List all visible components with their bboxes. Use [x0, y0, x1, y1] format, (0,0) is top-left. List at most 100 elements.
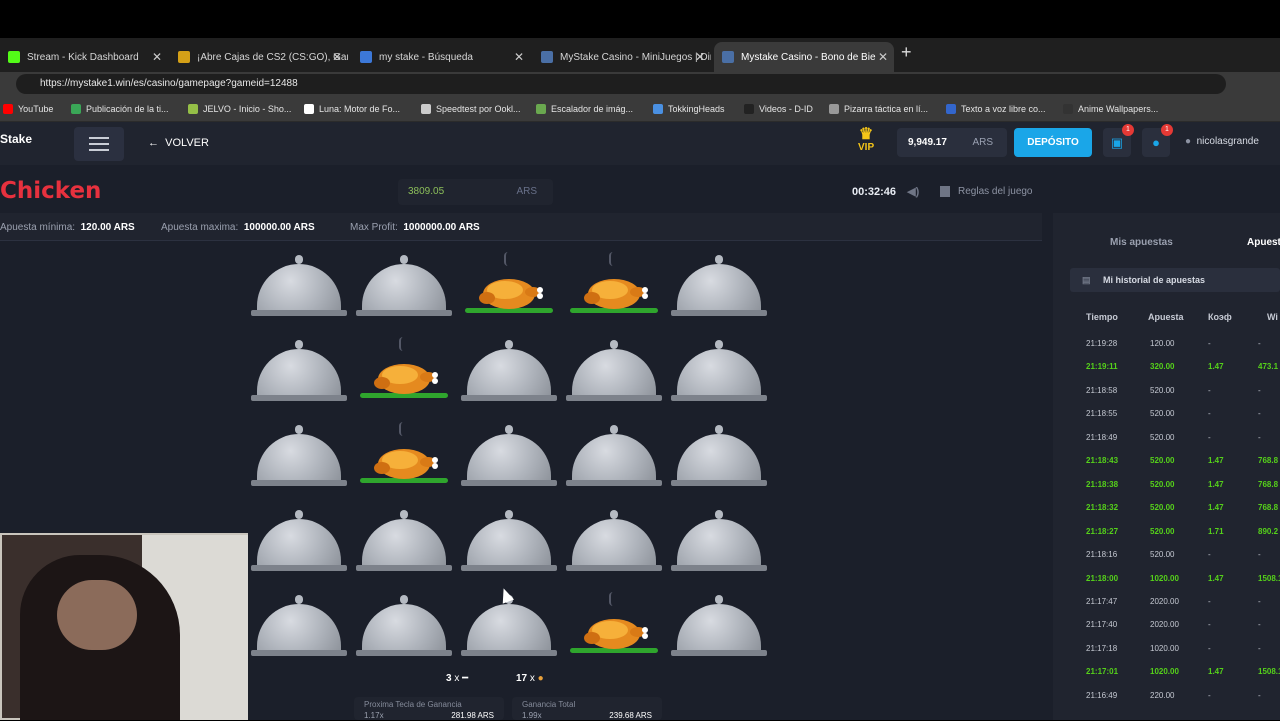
plate: [461, 480, 557, 486]
back-button[interactable]: ← VOLVER: [148, 137, 209, 149]
covered-dome-cell[interactable]: [671, 337, 767, 407]
close-icon[interactable]: ✕: [332, 50, 342, 64]
steam-icon: [609, 252, 617, 266]
tab-favicon-icon: [360, 51, 372, 63]
bet-history-row: 21:18:27 520.00 1.71 890.2: [1086, 526, 1279, 536]
game-rules-link[interactable]: Reglas del juego: [940, 186, 1033, 197]
bookmark-icon: [188, 104, 198, 114]
covered-dome-cell[interactable]: [566, 337, 662, 407]
gift-button[interactable]: ▣ 1: [1103, 124, 1134, 157]
site-logo[interactable]: Stake: [0, 132, 32, 146]
plate: [671, 480, 767, 486]
dome-knob: [295, 510, 303, 519]
covered-dome-cell[interactable]: [461, 592, 557, 662]
bookmark-item[interactable]: Texto a voz libre co...: [946, 104, 1046, 114]
covered-dome-cell[interactable]: [671, 252, 767, 322]
browser-tab[interactable]: my stake - Búsqueda ✕: [352, 42, 530, 72]
revealed-chicken-cell[interactable]: [566, 252, 662, 322]
cloche-icon: [257, 604, 341, 652]
dome-knob: [295, 595, 303, 604]
plate: [251, 395, 347, 401]
col-time: Tiempo: [1086, 312, 1118, 322]
covered-dome-cell[interactable]: [251, 592, 347, 662]
covered-dome-cell[interactable]: [461, 507, 557, 577]
bet-history-row: 21:18:32 520.00 1.47 768.8: [1086, 503, 1279, 513]
bookmark-item[interactable]: Luna: Motor de Fo...: [304, 104, 400, 114]
revealed-chicken-cell[interactable]: [566, 592, 662, 662]
dome-knob: [715, 510, 723, 519]
bookmark-item[interactable]: Publicación de la ti...: [71, 104, 169, 114]
user-menu[interactable]: ● nicolasgrande: [1185, 136, 1259, 147]
plate: [461, 565, 557, 571]
webcam-overlay: [0, 533, 248, 720]
bookmark-item[interactable]: Speedtest por Ookl...: [421, 104, 521, 114]
covered-dome-cell[interactable]: [566, 507, 662, 577]
revealed-chicken-cell[interactable]: [356, 337, 452, 407]
cloche-icon: [677, 519, 761, 567]
plate: [671, 565, 767, 571]
revealed-chicken-cell[interactable]: [461, 252, 557, 322]
cloche-icon: [677, 349, 761, 397]
covered-dome-cell[interactable]: [671, 592, 767, 662]
plate: [356, 650, 452, 656]
covered-dome-cell[interactable]: [566, 422, 662, 492]
plate: [251, 565, 347, 571]
revealed-chicken-cell[interactable]: [356, 422, 452, 492]
menu-button[interactable]: [74, 127, 124, 161]
bet-history-button[interactable]: ▤ Mi historial de apuestas: [1070, 268, 1280, 292]
browser-tab[interactable]: ¡Abre Cajas de CS2 (CS:GO), Gana ✕: [170, 42, 348, 72]
browser-tab[interactable]: MyStake Casino - MiniJuegos | Dir ✕: [533, 42, 711, 72]
bookmark-icon: [744, 104, 754, 114]
notifications-button[interactable]: ● 1: [1142, 124, 1173, 157]
covered-dome-cell[interactable]: [671, 422, 767, 492]
bookmark-item[interactable]: TokkingHeads: [653, 104, 725, 114]
close-icon[interactable]: ✕: [152, 50, 162, 64]
new-tab-button[interactable]: +: [901, 42, 912, 63]
bones-counter: 3 x ━: [446, 673, 469, 684]
covered-dome-cell[interactable]: [251, 507, 347, 577]
bookmark-item[interactable]: Anime Wallpapers...: [1063, 104, 1158, 114]
plate: [461, 650, 557, 656]
bookmark-icon: [71, 104, 81, 114]
bookmark-item[interactable]: Videos - D-ID: [744, 104, 813, 114]
covered-dome-cell[interactable]: [671, 507, 767, 577]
dome-knob: [715, 425, 723, 434]
close-icon[interactable]: ✕: [695, 50, 705, 64]
close-icon[interactable]: ✕: [878, 50, 888, 64]
covered-dome-cell[interactable]: [356, 252, 452, 322]
covered-dome-cell[interactable]: [356, 507, 452, 577]
bookmark-item[interactable]: Pizarra táctica en lí...: [829, 104, 928, 114]
roast-chicken-icon: [479, 279, 543, 309]
plate: [356, 310, 452, 316]
vip-badge[interactable]: ♛ VIP: [858, 127, 874, 154]
covered-dome-cell[interactable]: [461, 337, 557, 407]
bookmark-item[interactable]: Escalador de imág...: [536, 104, 633, 114]
tab-all-bets[interactable]: Apuest: [1247, 228, 1280, 258]
max-profit: Max Profit: 1000000.00 ARS: [350, 222, 480, 233]
balance-display[interactable]: 9,949.17 ARS: [897, 128, 1007, 157]
covered-dome-cell[interactable]: [251, 337, 347, 407]
address-bar[interactable]: https://mystake1.win/es/casino/gamepage?…: [16, 74, 1226, 94]
cloche-icon: [467, 434, 551, 482]
covered-dome-cell[interactable]: [251, 422, 347, 492]
covered-dome-cell[interactable]: [251, 252, 347, 322]
browser-tab[interactable]: Stream - Kick Dashboard ✕: [0, 42, 168, 72]
bookmark-item[interactable]: JELVO - Inicio - Sho...: [188, 104, 291, 114]
sound-icon[interactable]: ◀): [907, 186, 919, 198]
col-coef: Коэф: [1208, 312, 1232, 322]
covered-dome-cell[interactable]: [356, 592, 452, 662]
bet-history-row: 21:17:18 1020.00- -: [1086, 643, 1261, 653]
bookmark-item[interactable]: YouTube: [3, 104, 53, 114]
bet-amount-field[interactable]: 3809.05 ARS: [398, 179, 553, 205]
dome-knob: [610, 510, 618, 519]
cloche-icon: [257, 264, 341, 312]
bet-history-row: 21:18:55 520.00- -: [1086, 409, 1261, 419]
tab-my-bets[interactable]: Mis apuestas: [1110, 228, 1173, 258]
bell-icon: ●: [1152, 135, 1160, 150]
game-counters: 3 x ━ 17 x ●: [446, 673, 589, 684]
deposit-button[interactable]: DEPÓSITO: [1014, 128, 1092, 157]
bookmark-icon: [829, 104, 839, 114]
browser-tab[interactable]: Mystake Casino - Bono de Bie ✕: [714, 42, 894, 72]
close-icon[interactable]: ✕: [514, 50, 524, 64]
covered-dome-cell[interactable]: [461, 422, 557, 492]
